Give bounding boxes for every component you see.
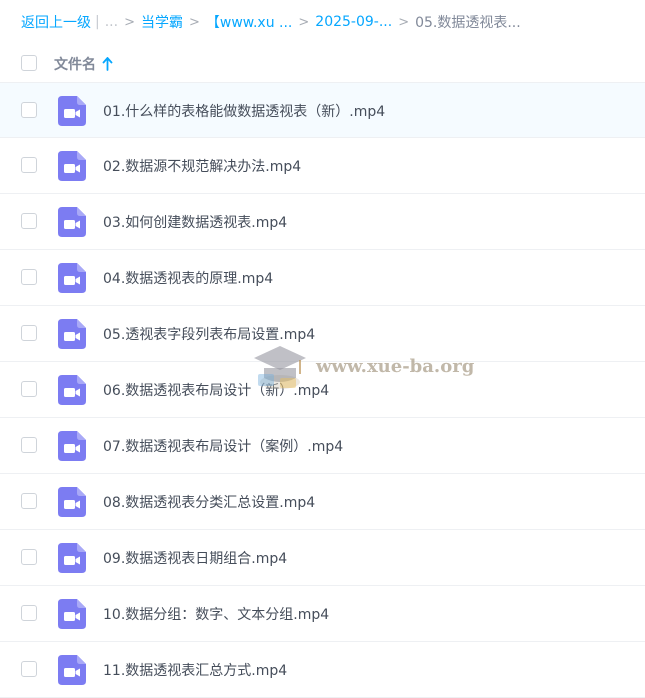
file-name[interactable]: 11.数据透视表汇总方式.mp4 (103, 660, 287, 680)
file-name[interactable]: 09.数据透视表日期组合.mp4 (103, 548, 287, 568)
breadcrumb-current: 05.数据透视表... (415, 15, 521, 31)
file-row[interactable]: 07.数据透视表布局设计（案例）.mp4 (0, 418, 645, 474)
video-file-icon (58, 487, 86, 517)
video-file-icon (58, 96, 86, 126)
column-header-name: 文件名 (54, 57, 96, 73)
file-row[interactable]: 02.数据源不规范解决办法.mp4 (0, 138, 645, 194)
file-checkbox[interactable] (21, 661, 37, 677)
file-row[interactable]: 03.如何创建数据透视表.mp4 (0, 194, 645, 250)
video-file-icon (58, 599, 86, 629)
breadcrumb-separator-icon: > (298, 14, 310, 30)
file-row[interactable]: 01.什么样的表格能做数据透视表（新）.mp4 (0, 82, 645, 138)
file-checkbox[interactable] (21, 381, 37, 397)
file-name[interactable]: 06.数据透视表布局设计（新）.mp4 (103, 380, 329, 400)
video-file-icon (58, 431, 86, 461)
breadcrumb-separator-icon: > (398, 14, 410, 30)
file-name[interactable]: 01.什么样的表格能做数据透视表（新）.mp4 (103, 101, 385, 121)
video-file-icon (58, 375, 86, 405)
video-file-icon (58, 655, 86, 685)
file-checkbox[interactable] (21, 549, 37, 565)
file-row[interactable]: 09.数据透视表日期组合.mp4 (0, 530, 645, 586)
back-link[interactable]: 返回上一级 (21, 12, 91, 32)
file-checkbox[interactable] (21, 493, 37, 509)
file-name[interactable]: 05.透视表字段列表布局设置.mp4 (103, 324, 315, 344)
file-name[interactable]: 03.如何创建数据透视表.mp4 (103, 212, 287, 232)
file-row[interactable]: 05.透视表字段列表布局设置.mp4 (0, 306, 645, 362)
breadcrumb: 返回上一级 | ... > 当学霸 > 【www.xu ... > 2025-0… (0, 0, 645, 44)
file-name[interactable]: 02.数据源不规范解决办法.mp4 (103, 156, 301, 176)
file-checkbox[interactable] (21, 437, 37, 453)
file-name[interactable]: 10.数据分组：数字、文本分组.mp4 (103, 604, 329, 624)
file-checkbox[interactable] (21, 605, 37, 621)
file-checkbox[interactable] (21, 213, 37, 229)
video-file-icon (58, 319, 86, 349)
breadcrumb-separator-icon: > (124, 14, 135, 30)
file-name[interactable]: 07.数据透视表布局设计（案例）.mp4 (103, 436, 343, 456)
file-row[interactable]: 10.数据分组：数字、文本分组.mp4 (0, 586, 645, 642)
video-file-icon (58, 151, 86, 181)
file-list: 01.什么样的表格能做数据透视表（新）.mp4 02.数据源不规范解决办法.mp4… (0, 82, 645, 698)
breadcrumb-separator-icon: > (188, 14, 200, 30)
breadcrumb-divider: | (95, 14, 100, 30)
file-name[interactable]: 08.数据透视表分类汇总设置.mp4 (103, 492, 315, 512)
breadcrumb-item-1[interactable]: 【www.xu ... (206, 12, 292, 32)
file-name[interactable]: 04.数据透视表的原理.mp4 (103, 268, 273, 288)
breadcrumb-ellipsis[interactable]: ... (105, 14, 118, 30)
file-row[interactable]: 08.数据透视表分类汇总设置.mp4 (0, 474, 645, 530)
select-all-checkbox[interactable] (21, 55, 37, 71)
file-checkbox[interactable] (21, 269, 37, 285)
file-checkbox[interactable] (21, 102, 37, 118)
file-row[interactable]: 06.数据透视表布局设计（新）.mp4 (0, 362, 645, 418)
file-list-header: 文件名 (0, 44, 645, 82)
video-file-icon (58, 207, 86, 237)
video-file-icon (58, 263, 86, 293)
file-checkbox[interactable] (21, 325, 37, 341)
file-checkbox[interactable] (21, 157, 37, 173)
sort-by-name-button[interactable]: 文件名 (54, 54, 113, 74)
breadcrumb-item-0[interactable]: 当学霸 (141, 12, 183, 32)
file-row[interactable]: 04.数据透视表的原理.mp4 (0, 250, 645, 306)
video-file-icon (58, 543, 86, 573)
arrow-up-icon (102, 57, 113, 71)
breadcrumb-item-2[interactable]: 2025-09-... (315, 14, 392, 30)
